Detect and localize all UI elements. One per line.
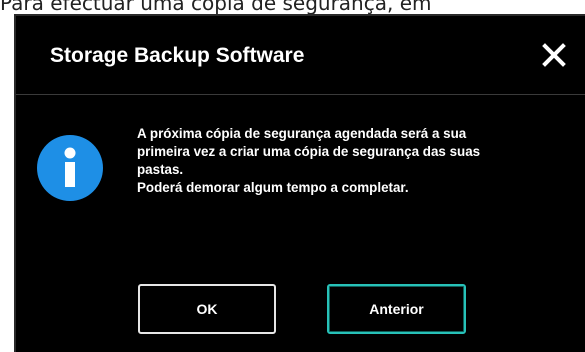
backup-dialog: Storage Backup Software A próxima cópia … — [14, 14, 585, 352]
message-line: A próxima cópia de segurança agendada se… — [137, 126, 467, 141]
message-line: Poderá demorar algum tempo a completar. — [137, 180, 409, 195]
close-icon — [542, 43, 566, 67]
background-instruction-text: Para efectuar uma cópia de segurança, em — [0, 0, 432, 15]
screen: Para efectuar uma cópia de segurança, em… — [0, 0, 585, 352]
dialog-titlebar: Storage Backup Software — [16, 16, 585, 95]
back-button-label: Anterior — [369, 301, 424, 317]
back-button[interactable]: Anterior — [327, 284, 466, 334]
dialog-title: Storage Backup Software — [50, 44, 305, 67]
message-line: pastas. — [137, 162, 184, 177]
ok-button[interactable]: OK — [138, 284, 276, 334]
close-button[interactable] — [539, 40, 569, 70]
message-line: primeira vez a criar uma cópia de segura… — [137, 144, 481, 159]
ok-button-label: OK — [196, 301, 218, 317]
info-icon — [37, 135, 103, 201]
dialog-message: A próxima cópia de segurança agendada se… — [137, 125, 567, 197]
